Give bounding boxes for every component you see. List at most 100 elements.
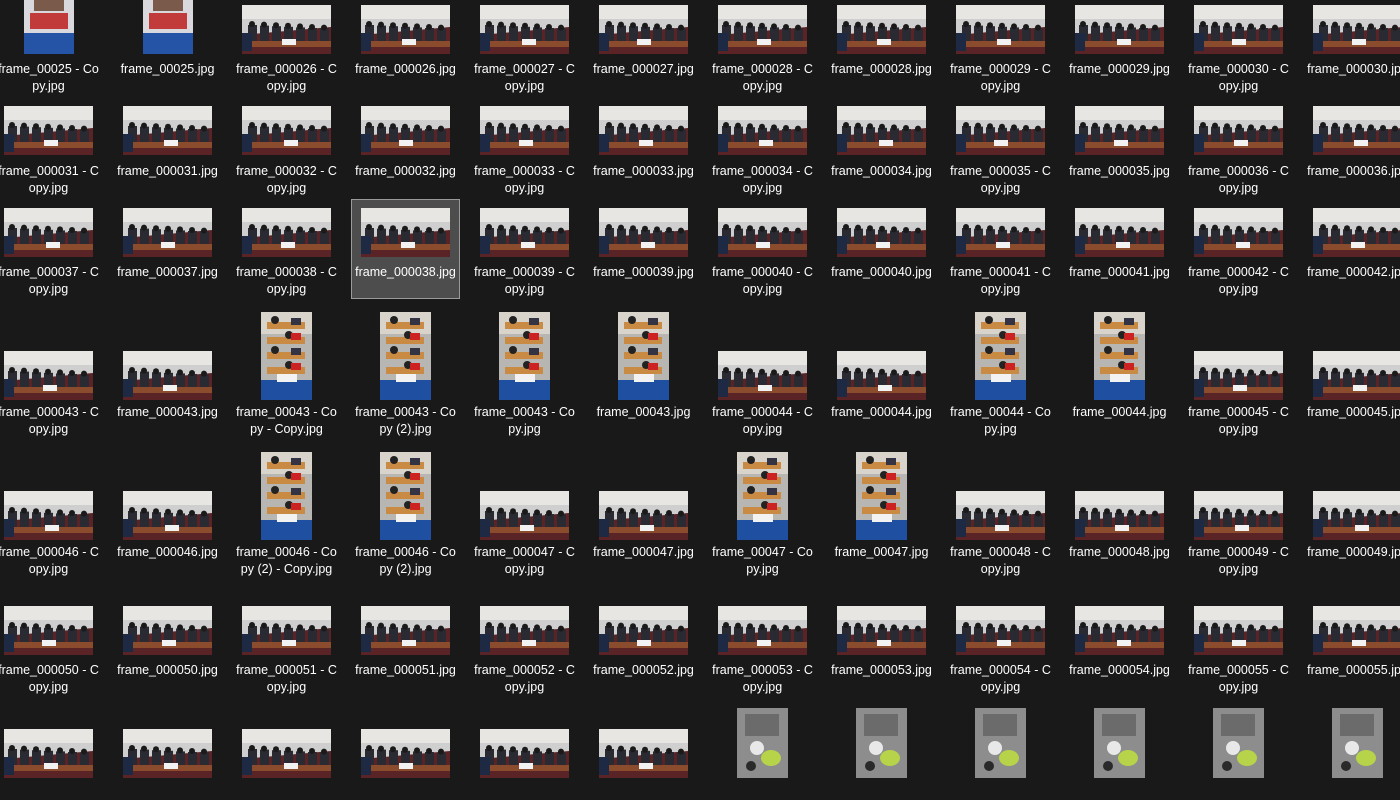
- file-name: frame_000029.jpg: [1069, 62, 1170, 76]
- file-item[interactable]: frame_000034 - Copy.jpg: [708, 97, 817, 197]
- file-item[interactable]: frame_000040 - Copy.jpg: [708, 199, 817, 299]
- image-thumbnail: [480, 5, 569, 54]
- file-item[interactable]: frame_00025.jpg: [113, 0, 222, 96]
- file-item[interactable]: frame_000050.jpg: [113, 597, 222, 697]
- file-item[interactable]: frame_000039.jpg: [589, 199, 698, 299]
- file-item[interactable]: [470, 700, 579, 800]
- file-item[interactable]: [708, 700, 817, 800]
- file-item[interactable]: frame_000027.jpg: [589, 0, 698, 96]
- file-item[interactable]: frame_000033.jpg: [589, 97, 698, 197]
- file-item[interactable]: frame_000051.jpg: [351, 597, 460, 697]
- file-item[interactable]: frame_000045 - Copy.jpg: [1184, 302, 1293, 440]
- file-item[interactable]: [232, 700, 341, 800]
- file-item[interactable]: frame_000042.jpg: [1303, 199, 1400, 299]
- file-item[interactable]: frame_000027 - Copy.jpg: [470, 0, 579, 96]
- file-name: frame_000035 - Copy.jpg: [950, 164, 1051, 195]
- file-item[interactable]: frame_00047.jpg: [827, 442, 936, 594]
- file-item[interactable]: frame_000040.jpg: [827, 199, 936, 299]
- file-item[interactable]: frame_000029.jpg: [1065, 0, 1174, 96]
- file-item[interactable]: frame_000048 - Copy.jpg: [946, 442, 1055, 594]
- file-thumbnail-frame: [1066, 701, 1173, 778]
- file-item[interactable]: frame_000034.jpg: [827, 97, 936, 197]
- file-item[interactable]: [0, 700, 103, 800]
- file-item[interactable]: frame_000037 - Copy.jpg: [0, 199, 103, 299]
- file-item[interactable]: frame_000026 - Copy.jpg: [232, 0, 341, 96]
- file-thumbnail-frame: [828, 200, 935, 257]
- file-item[interactable]: frame_000032 - Copy.jpg: [232, 97, 341, 197]
- file-item[interactable]: frame_000030 - Copy.jpg: [1184, 0, 1293, 96]
- file-item[interactable]: frame_000035 - Copy.jpg: [946, 97, 1055, 197]
- file-item[interactable]: frame_00043 - Copy - Copy.jpg: [232, 302, 341, 440]
- file-item[interactable]: frame_000050 - Copy.jpg: [0, 597, 103, 697]
- file-item[interactable]: frame_000036.jpg: [1303, 97, 1400, 197]
- file-item[interactable]: frame_000053 - Copy.jpg: [708, 597, 817, 697]
- file-item[interactable]: [1184, 700, 1293, 800]
- file-item[interactable]: frame_000055 - Copy.jpg: [1184, 597, 1293, 697]
- image-thumbnail: [737, 708, 788, 778]
- file-item[interactable]: frame_00044.jpg: [1065, 302, 1174, 440]
- file-item[interactable]: frame_000049 - Copy.jpg: [1184, 442, 1293, 594]
- file-item[interactable]: frame_000032.jpg: [351, 97, 460, 197]
- image-thumbnail: [718, 106, 807, 155]
- file-item[interactable]: frame_000054.jpg: [1065, 597, 1174, 697]
- file-item[interactable]: frame_000031.jpg: [113, 97, 222, 197]
- file-item[interactable]: frame_00046 - Copy (2) - Copy.jpg: [232, 442, 341, 594]
- file-item[interactable]: frame_000051 - Copy.jpg: [232, 597, 341, 697]
- file-item[interactable]: frame_000046.jpg: [113, 442, 222, 594]
- file-thumbnail-frame: [471, 701, 578, 778]
- file-item[interactable]: frame_000029 - Copy.jpg: [946, 0, 1055, 96]
- file-item[interactable]: [113, 700, 222, 800]
- file-item[interactable]: [1065, 700, 1174, 800]
- file-item[interactable]: frame_000052.jpg: [589, 597, 698, 697]
- file-item[interactable]: frame_000033 - Copy.jpg: [470, 97, 579, 197]
- file-item[interactable]: frame_00043 - Copy.jpg: [470, 302, 579, 440]
- file-item[interactable]: frame_000038 - Copy.jpg: [232, 199, 341, 299]
- file-item[interactable]: frame_000047 - Copy.jpg: [470, 442, 579, 594]
- file-item[interactable]: frame_000041.jpg: [1065, 199, 1174, 299]
- file-item[interactable]: frame_000043 - Copy.jpg: [0, 302, 103, 440]
- file-item[interactable]: frame_000045.jpg: [1303, 302, 1400, 440]
- file-item[interactable]: [589, 700, 698, 800]
- file-item[interactable]: [351, 700, 460, 800]
- file-item[interactable]: frame_000041 - Copy.jpg: [946, 199, 1055, 299]
- file-item[interactable]: frame_000028.jpg: [827, 0, 936, 96]
- image-thumbnail: [142, 0, 193, 54]
- file-item[interactable]: frame_000031 - Copy.jpg: [0, 97, 103, 197]
- file-item[interactable]: frame_000035.jpg: [1065, 97, 1174, 197]
- file-item[interactable]: frame_000028 - Copy.jpg: [708, 0, 817, 96]
- file-item[interactable]: frame_00025 - Copy.jpg: [0, 0, 103, 96]
- file-item[interactable]: frame_000038.jpg: [351, 199, 460, 299]
- file-thumbnail-frame: [947, 701, 1054, 778]
- file-item[interactable]: frame_000052 - Copy.jpg: [470, 597, 579, 697]
- file-item[interactable]: frame_000044.jpg: [827, 302, 936, 440]
- file-name: frame_000041.jpg: [1069, 265, 1170, 279]
- file-item[interactable]: [946, 700, 1055, 800]
- file-item[interactable]: frame_000048.jpg: [1065, 442, 1174, 594]
- file-item[interactable]: frame_00046 - Copy (2).jpg: [351, 442, 460, 594]
- file-item[interactable]: frame_000044 - Copy.jpg: [708, 302, 817, 440]
- image-thumbnail: [718, 5, 807, 54]
- file-item[interactable]: frame_00044 - Copy.jpg: [946, 302, 1055, 440]
- image-thumbnail: [1094, 708, 1145, 778]
- file-item[interactable]: frame_000049.jpg: [1303, 442, 1400, 594]
- file-item[interactable]: [827, 700, 936, 800]
- file-item[interactable]: frame_00043.jpg: [589, 302, 698, 440]
- file-item[interactable]: frame_000039 - Copy.jpg: [470, 199, 579, 299]
- file-item[interactable]: frame_000046 - Copy.jpg: [0, 442, 103, 594]
- file-thumbnail-frame: [590, 0, 697, 54]
- file-item[interactable]: frame_000042 - Copy.jpg: [1184, 199, 1293, 299]
- file-item[interactable]: frame_000037.jpg: [113, 199, 222, 299]
- file-item[interactable]: frame_00043 - Copy (2).jpg: [351, 302, 460, 440]
- file-item[interactable]: frame_000047.jpg: [589, 442, 698, 594]
- file-item[interactable]: frame_00047 - Copy.jpg: [708, 442, 817, 594]
- file-item[interactable]: frame_000043.jpg: [113, 302, 222, 440]
- file-item[interactable]: frame_000036 - Copy.jpg: [1184, 97, 1293, 197]
- file-item[interactable]: frame_000054 - Copy.jpg: [946, 597, 1055, 697]
- image-thumbnail: [1075, 208, 1164, 257]
- file-item[interactable]: frame_000055.jpg: [1303, 597, 1400, 697]
- image-thumbnail: [361, 729, 450, 778]
- file-item[interactable]: frame_000053.jpg: [827, 597, 936, 697]
- file-item[interactable]: frame_000026.jpg: [351, 0, 460, 96]
- file-item[interactable]: [1303, 700, 1400, 800]
- file-item[interactable]: frame_000030.jpg: [1303, 0, 1400, 96]
